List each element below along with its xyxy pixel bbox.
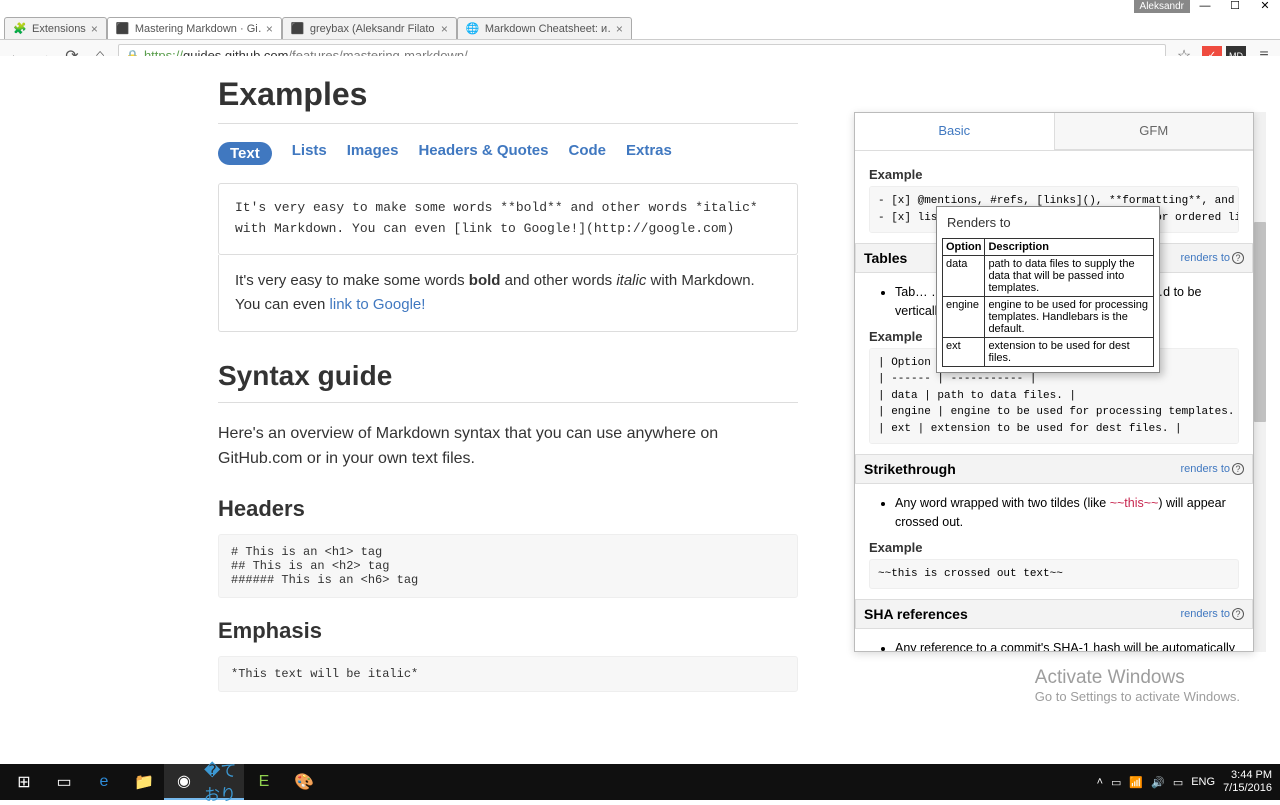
activate-windows-watermark: Activate Windows Go to Settings to activ… [1035,667,1240,704]
tray-chevron-icon[interactable]: ˄ [1097,776,1103,788]
volume-icon[interactable]: 🔊 [1151,776,1165,789]
syntax-overview: Here's an overview of Markdown syntax th… [218,421,798,472]
window-maximize[interactable]: ☐ [1220,0,1250,16]
help-icon: ? [1232,252,1244,264]
browser-tab[interactable]: ⬛ greybax (Aleksandr Filato… × [282,17,457,39]
divider [218,402,798,403]
popover-title: Renders to [937,207,1159,238]
section-strikethrough: Strikethrough renders to ? [855,454,1253,484]
heading-syntax-guide: Syntax guide [218,360,798,392]
browser-tab[interactable]: 🌐 Markdown Cheatsheet: и… × [457,17,632,39]
paint-icon[interactable]: 🎨 [284,764,324,800]
tab-title: greybax (Aleksandr Filato… [310,23,436,35]
github-icon: ⬛ [291,22,305,36]
browser-tab[interactable]: 🧩 Extensions × [4,17,107,39]
renders-to-popover: Renders to OptionDescription datapath to… [936,206,1160,373]
markdown-cheatsheet-panel: Basic GFM Example - [x] @mentions, #refs… [854,112,1254,652]
panel-tab-basic[interactable]: Basic [855,113,1054,150]
tab-lists[interactable]: Lists [292,142,327,165]
tab-headers-quotes[interactable]: Headers & Quotes [418,142,548,165]
popover-table: OptionDescription datapath to data files… [942,238,1154,367]
start-button[interactable]: ⊞ [4,764,44,800]
close-icon[interactable]: × [441,22,448,36]
label-example: Example [869,167,1239,182]
vscode-icon[interactable]: �ており [204,764,244,800]
window-minimize[interactable]: — [1190,0,1220,16]
link-to-google[interactable]: link to Google! [330,296,426,313]
github-icon: ⬛ [116,22,130,36]
account-badge: Aleksandr [1134,0,1190,13]
taskbar-clock[interactable]: 3:44 PM 7/15/2016 [1223,769,1272,795]
window-close[interactable]: ✕ [1250,0,1280,16]
renders-to-link[interactable]: renders to ? [1180,463,1244,475]
renders-to-link[interactable]: renders to ? [1180,608,1244,620]
chrome-icon: 🌐 [466,22,480,36]
heading-headers: Headers [218,496,798,522]
tab-text[interactable]: Text [218,142,272,165]
renders-to-link[interactable]: renders to ? [1180,252,1244,264]
code-emphasis: *This text will be italic* [218,656,798,692]
tab-extras[interactable]: Extras [626,142,672,165]
close-icon[interactable]: × [91,22,98,36]
divider [218,123,798,124]
explorer-icon[interactable]: 📁 [124,764,164,800]
chrome-icon[interactable]: ◉ [164,764,204,800]
heading-emphasis: Emphasis [218,618,798,644]
tab-code[interactable]: Code [569,142,607,165]
edge-icon[interactable]: e [84,764,124,800]
window-titlebar: Aleksandr — ☐ ✕ [0,0,1280,16]
windows-taskbar: ⊞ ▭ e 📁 ◉ �ており E 🎨 ˄ ▭ 📶 🔊 ▭ ENG 3:44 PM… [0,764,1280,800]
browser-tab-strip: 🧩 Extensions × ⬛ Mastering Markdown · Gi… [0,16,1280,40]
wifi-icon[interactable]: 📶 [1129,776,1143,789]
tab-images[interactable]: Images [347,142,399,165]
battery-icon[interactable]: ▭ [1111,776,1121,789]
help-icon: ? [1232,608,1244,620]
strikethrough-description: Any word wrapped with two tildes (like ~… [895,494,1239,532]
browser-tab-active[interactable]: ⬛ Mastering Markdown · Gi… × [107,17,282,39]
close-icon[interactable]: × [266,22,273,36]
tab-title: Extensions [32,23,86,35]
example-tabs: Text Lists Images Headers & Quotes Code … [218,142,798,165]
tab-title: Mastering Markdown · Gi… [135,23,261,35]
page-viewport: Examples Text Lists Images Headers & Quo… [0,56,1280,764]
heading-examples: Examples [218,76,798,113]
app-icon[interactable]: E [244,764,284,800]
markdown-render: It's very easy to make some words bold a… [218,255,798,332]
panel-scrollbar-thumb[interactable] [1254,222,1266,422]
sha-description: Any reference to a commit's SHA-1 hash w… [895,639,1239,652]
help-icon: ? [1232,463,1244,475]
code-strikethrough: ~~this is crossed out text~~ [869,559,1239,590]
markdown-source: It's very easy to make some words **bold… [218,183,798,255]
close-icon[interactable]: × [616,22,623,36]
puzzle-icon: 🧩 [13,22,27,36]
code-headers: # This is an <h1> tag ## This is an <h2>… [218,534,798,598]
panel-tab-gfm[interactable]: GFM [1054,113,1254,150]
label-example: Example [869,540,1239,555]
section-sha: SHA references renders to ? [855,599,1253,629]
tab-title: Markdown Cheatsheet: и… [485,23,611,35]
notifications-icon[interactable]: ▭ [1173,776,1183,789]
task-view-icon[interactable]: ▭ [44,764,84,800]
language-indicator[interactable]: ENG [1191,776,1215,788]
